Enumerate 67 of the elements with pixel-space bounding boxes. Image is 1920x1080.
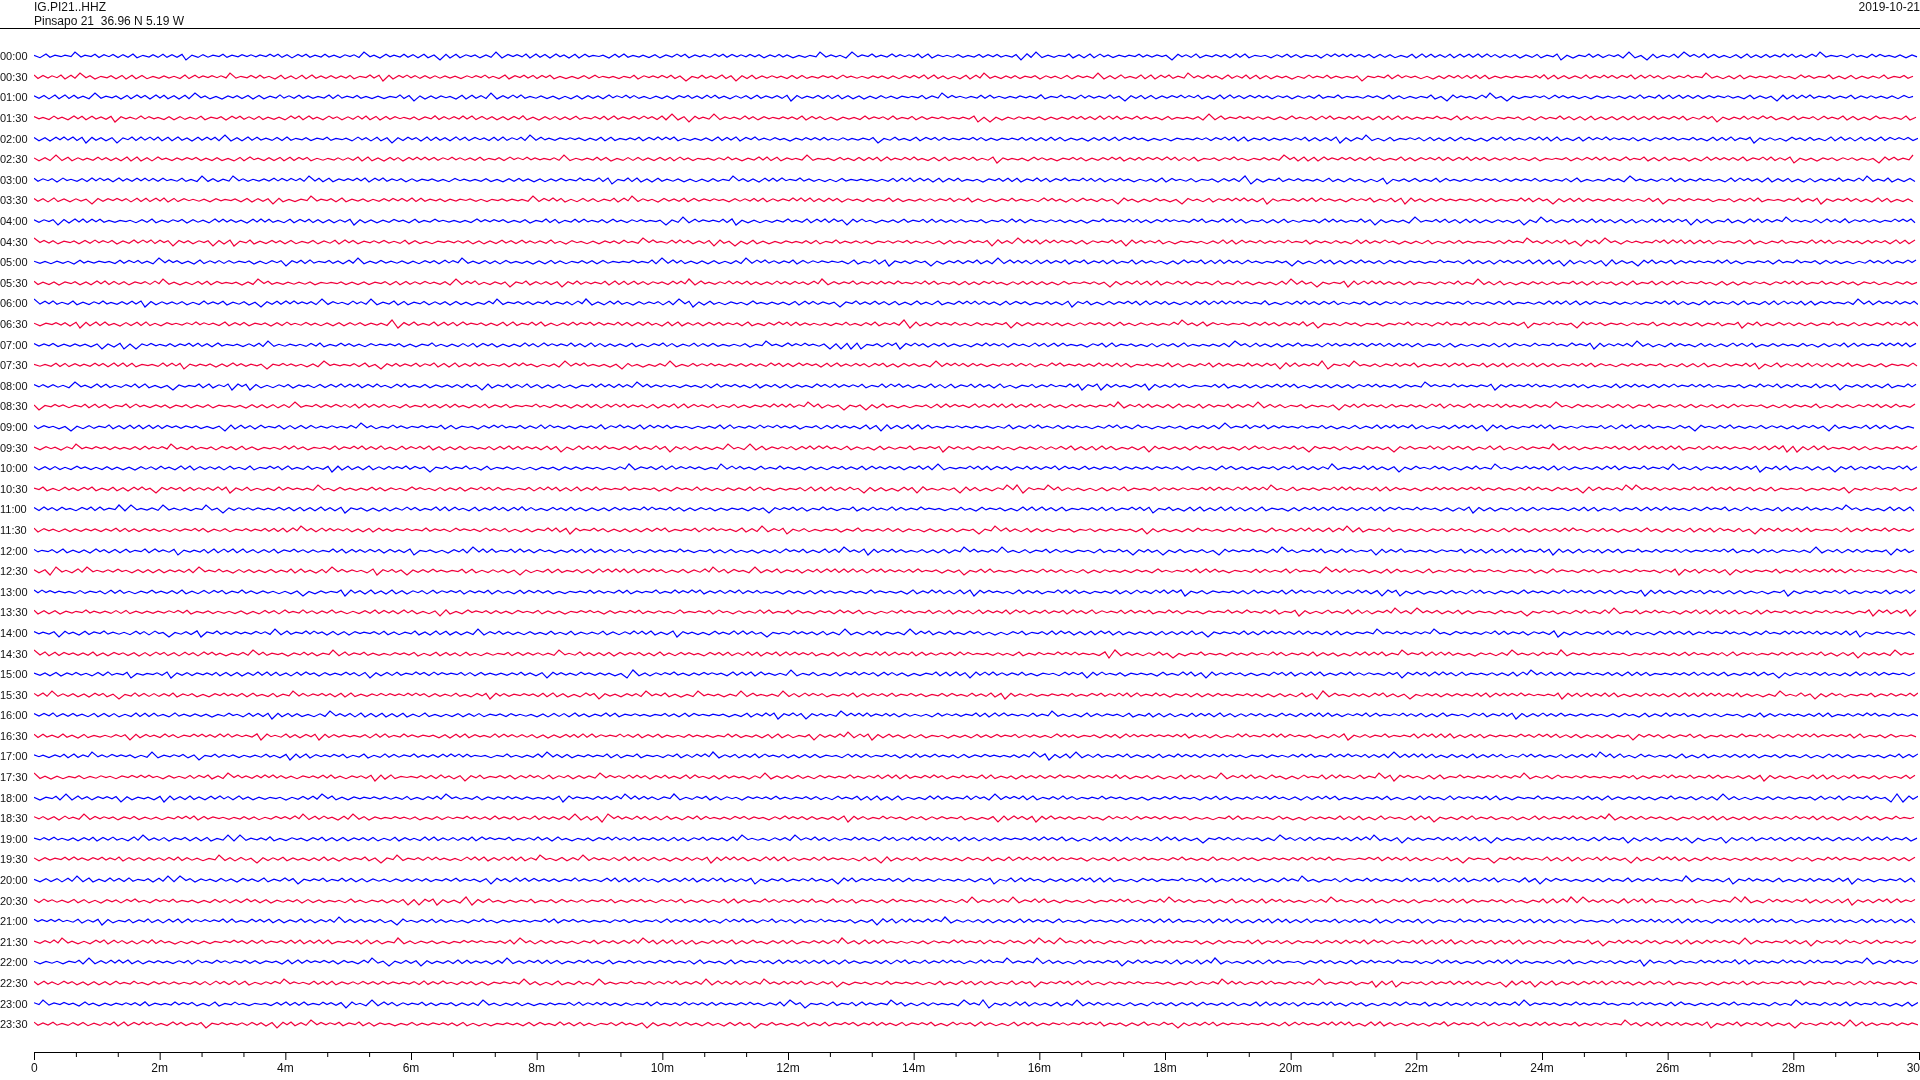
time-label: 21:30	[0, 935, 29, 948]
axis-tick-label: 22m	[1404, 1060, 1428, 1075]
axis-tick-label: 16m	[1027, 1060, 1051, 1075]
axis-tick-label: 0	[31, 1060, 38, 1075]
time-label: 14:00	[0, 626, 29, 639]
axis-tick-label: 24m	[1530, 1060, 1554, 1075]
axis-tick-label: 26m	[1656, 1060, 1680, 1075]
time-label: 14:30	[0, 647, 29, 660]
time-label: 17:30	[0, 771, 29, 784]
time-label: 09:00	[0, 421, 29, 433]
time-label: 18:30	[0, 812, 29, 825]
time-label: 13:30	[0, 606, 29, 619]
axis-tick-label: 12m	[776, 1060, 800, 1075]
time-label: 11:30	[0, 523, 28, 536]
time-label: 15:30	[0, 688, 29, 701]
time-label: 13:00	[0, 585, 29, 598]
time-label: 22:30	[0, 977, 29, 989]
axis-tick-label: 18m	[1153, 1060, 1177, 1075]
station-code: IG.PI21..HHZ	[34, 0, 108, 14]
time-label: 22:00	[0, 956, 29, 969]
time-label: 09:30	[0, 441, 29, 454]
plot-date: 2019-10-21	[1858, 0, 1920, 14]
time-label: 18:00	[0, 791, 29, 804]
time-label: 10:00	[0, 462, 29, 475]
time-label: 04:30	[0, 235, 29, 248]
time-label: 21:00	[0, 915, 29, 928]
time-label: 00:30	[0, 70, 29, 83]
time-label: 19:30	[0, 853, 29, 866]
time-label: 07:00	[0, 338, 29, 351]
time-label: 04:00	[0, 215, 29, 228]
time-label: 08:30	[0, 400, 29, 413]
time-label: 02:30	[0, 153, 29, 166]
time-label: 08:00	[0, 379, 29, 392]
time-label: 01:00	[0, 91, 29, 104]
time-label: 06:00	[0, 297, 29, 310]
time-label: 20:00	[0, 874, 29, 887]
time-label: 06:30	[0, 318, 29, 330]
time-label: 05:30	[0, 276, 29, 289]
time-label: 07:30	[0, 359, 29, 372]
time-label: 16:30	[0, 729, 29, 742]
time-label: 16:00	[0, 709, 29, 722]
station-info: Pinsapo 21 36.96 N 5.19 W	[34, 14, 185, 28]
time-label: 02:00	[0, 132, 29, 145]
axis-tick-label: 28m	[1781, 1060, 1805, 1075]
time-label: 10:30	[0, 482, 29, 495]
time-label: 20:30	[0, 894, 29, 907]
axis-tick-label: 14m	[902, 1060, 926, 1075]
axis-tick-label: 4m	[277, 1060, 294, 1075]
axis-tick-label: 2m	[151, 1060, 168, 1075]
axis-tick-label: 10m	[650, 1060, 674, 1075]
time-label: 05:00	[0, 256, 29, 269]
time-label: 12:00	[0, 544, 29, 557]
time-label: 00:00	[0, 50, 29, 63]
time-label: 01:30	[0, 112, 29, 125]
time-label: 11:00	[0, 503, 28, 516]
time-label: 17:00	[0, 750, 29, 763]
time-label: 19:00	[0, 832, 29, 845]
time-label: 03:30	[0, 194, 29, 207]
time-label: 23:30	[0, 1018, 29, 1031]
axis-tick-label: 30	[1906, 1060, 1920, 1075]
time-label: 15:00	[0, 668, 29, 681]
time-label: 12:30	[0, 565, 29, 578]
axis-tick-label: 6m	[402, 1060, 420, 1075]
time-label: 23:00	[0, 997, 29, 1010]
time-label: 03:00	[0, 173, 29, 186]
axis-tick-label: 20m	[1279, 1060, 1303, 1075]
axis-tick-label: 8m	[528, 1060, 545, 1075]
